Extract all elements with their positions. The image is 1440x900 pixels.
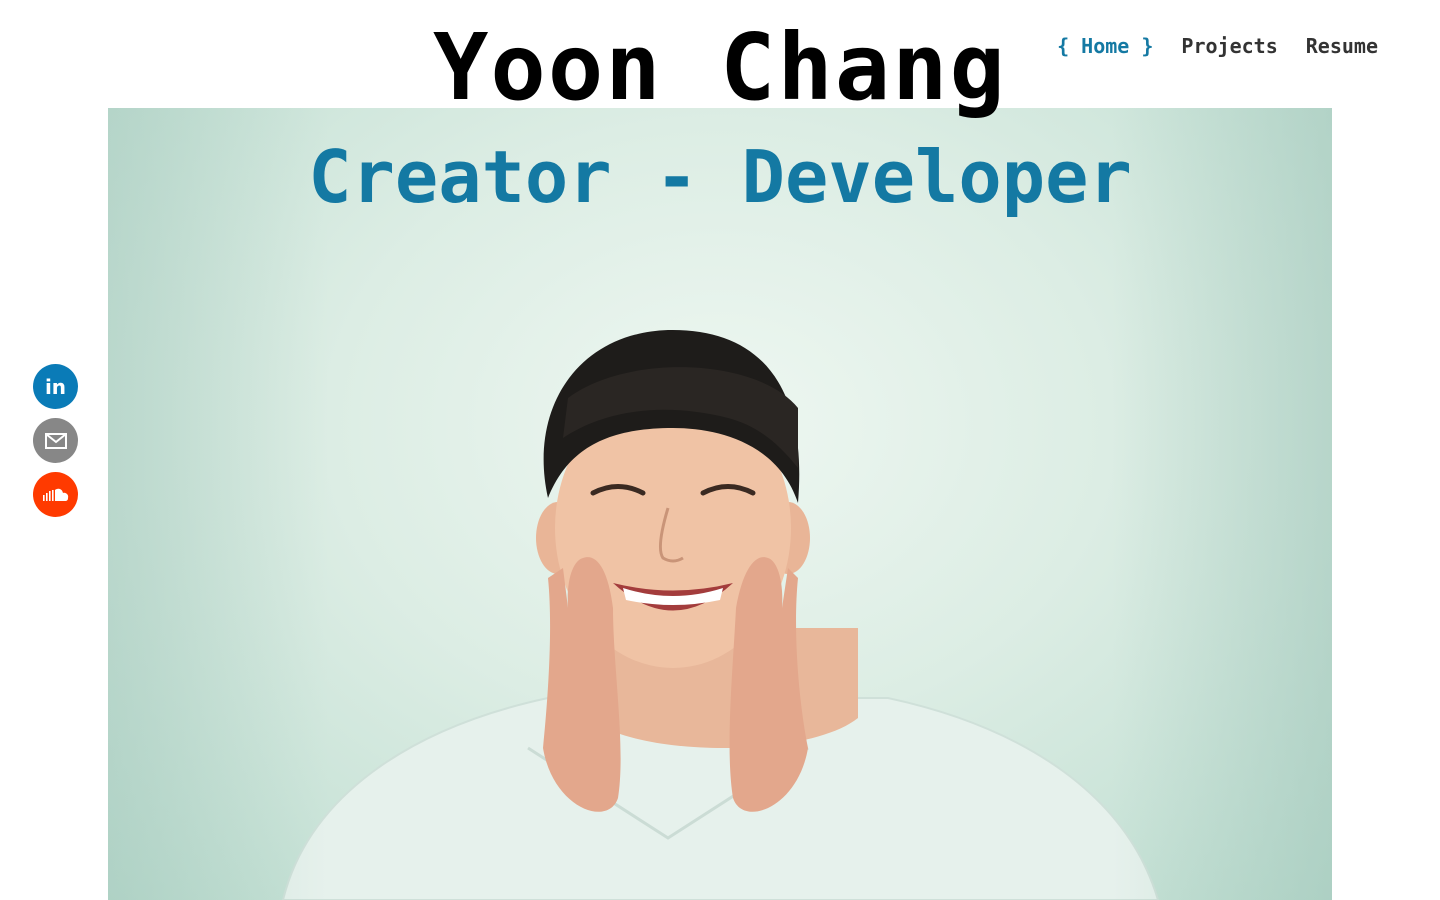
site-title: Yoon Chang [433, 14, 1007, 121]
email-icon [44, 432, 67, 449]
linkedin-icon: in [44, 374, 67, 399]
hero-vignette [108, 108, 1332, 900]
main-nav: { Home } Projects Resume [1057, 32, 1378, 60]
hero-subtitle: Creator - Developer [308, 135, 1132, 219]
soundcloud-button[interactable] [33, 472, 78, 517]
soundcloud-icon [42, 488, 68, 501]
social-links: in [33, 364, 78, 517]
nav-resume-link[interactable]: Resume [1306, 32, 1378, 60]
linkedin-button[interactable]: in [33, 364, 78, 409]
hero-banner: Creator - Developer [108, 108, 1332, 900]
nav-home-link[interactable]: { Home } [1057, 32, 1153, 60]
nav-projects-link[interactable]: Projects [1181, 32, 1277, 60]
email-button[interactable] [33, 418, 78, 463]
page: Yoon Chang { Home } Projects Resume Crea… [0, 0, 1440, 900]
